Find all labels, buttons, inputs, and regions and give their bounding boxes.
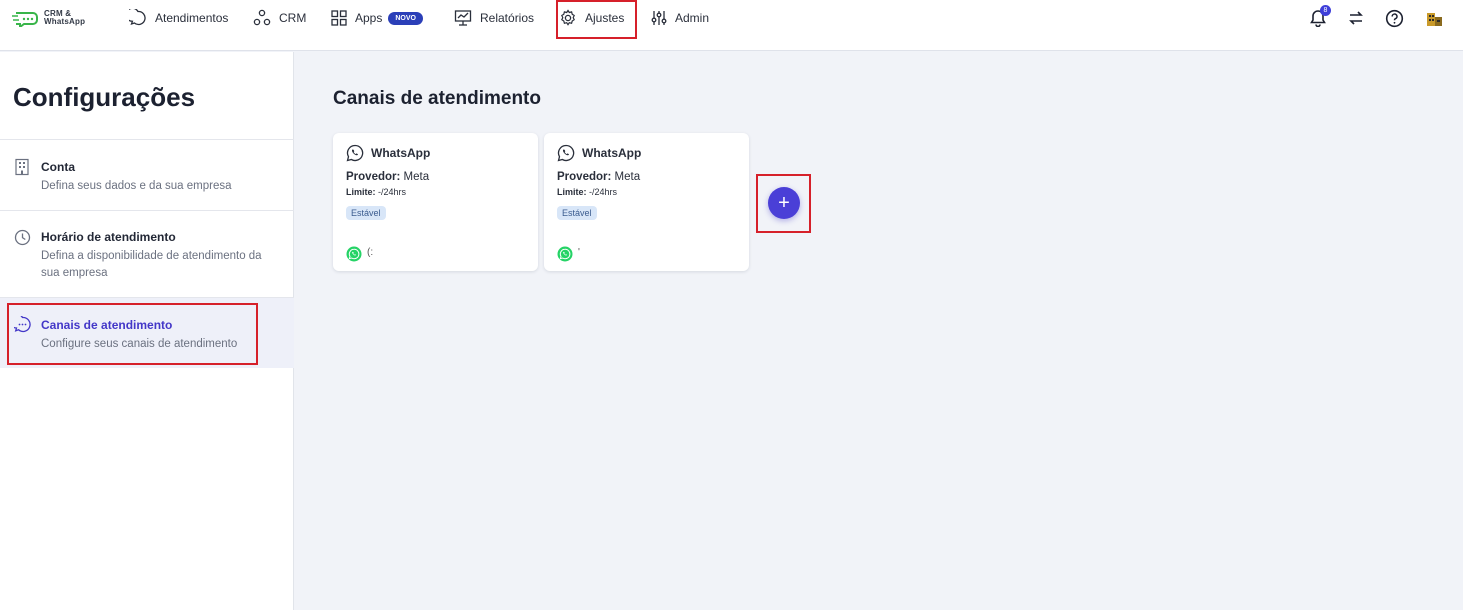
app-logo[interactable]: CRM & WhatsApp xyxy=(12,9,92,29)
nav-crm-label: CRM xyxy=(279,11,307,25)
new-badge: NOVO xyxy=(388,11,423,25)
nav-apps-label: Apps xyxy=(355,11,383,25)
status-badge: Estável xyxy=(346,206,386,220)
channel-phone-number: ' xyxy=(578,247,580,258)
nav-crm[interactable]: CRM xyxy=(253,0,306,36)
sidebar-item-desc: Defina seus dados e da sua empresa xyxy=(41,180,232,192)
add-button-highlight xyxy=(756,174,811,233)
limit-label: Limite: xyxy=(346,187,376,197)
channel-card[interactable]: WhatsApp Provedor: Meta Limite: -/24hrs … xyxy=(333,133,538,271)
channel-provider: Provedor: Meta xyxy=(346,171,429,183)
page-title: Canais de atendimento xyxy=(333,88,541,109)
canais-highlight xyxy=(7,303,258,365)
chat-icon xyxy=(129,9,146,26)
nav-atendimentos[interactable]: Atendimentos xyxy=(129,0,228,36)
ajustes-highlight xyxy=(556,0,637,39)
logo-icon xyxy=(12,12,38,27)
nav-apps[interactable]: Apps NOVO xyxy=(331,0,423,36)
channel-limit: Limite: -/24hrs xyxy=(557,187,617,197)
grid-icon xyxy=(331,10,347,26)
provider-label: Provedor: xyxy=(557,171,612,183)
clock-icon xyxy=(14,229,31,246)
limit-label: Limite: xyxy=(557,187,587,197)
building-icon xyxy=(15,158,29,176)
nav-relatorios[interactable]: Relatórios xyxy=(454,0,534,36)
channel-name: WhatsApp xyxy=(582,146,642,160)
limit-value: -/24hrs xyxy=(589,187,618,197)
top-navbar: CRM & WhatsApp Atendimentos CRM Apps NOVO… xyxy=(0,0,1463,51)
sidebar-title: Configurações xyxy=(13,82,196,112)
provider-value: Meta xyxy=(614,171,641,183)
nav-admin[interactable]: Admin xyxy=(651,0,709,36)
presentation-chart-icon xyxy=(454,10,472,26)
help-icon[interactable] xyxy=(1385,9,1404,28)
switch-arrows-icon[interactable] xyxy=(1347,9,1365,27)
channel-provider: Provedor: Meta xyxy=(557,171,640,183)
channel-limit: Limite: -/24hrs xyxy=(346,187,406,197)
whatsapp-outline-icon xyxy=(557,144,575,162)
brand-line2: WhatsApp xyxy=(44,17,86,26)
limit-value: -/24hrs xyxy=(378,187,407,197)
status-badge: Estável xyxy=(557,206,597,220)
channel-name: WhatsApp xyxy=(371,146,431,160)
sidebar-item-desc: Defina a disponibilidade de atendimento … xyxy=(41,250,262,279)
sidebar-item-horario[interactable]: Horário de atendimento Defina a disponib… xyxy=(0,211,294,297)
crm-nodes-icon xyxy=(253,9,271,26)
company-avatar-icon[interactable] xyxy=(1425,9,1444,28)
notification-count-badge: 8 xyxy=(1320,5,1331,16)
nav-admin-label: Admin xyxy=(675,11,710,25)
sliders-icon xyxy=(651,11,667,25)
sidebar-item-conta[interactable]: Conta Defina seus dados e da sua empresa xyxy=(0,140,294,210)
whatsapp-icon xyxy=(346,246,362,262)
sidebar-item-label: Horário de atendimento xyxy=(41,230,176,244)
channel-phone-number: (: xyxy=(367,247,374,258)
channel-card[interactable]: WhatsApp Provedor: Meta Limite: -/24hrs … xyxy=(544,133,749,271)
nav-atendimentos-label: Atendimentos xyxy=(155,11,229,25)
provider-label: Provedor: xyxy=(346,171,401,183)
sidebar-item-label: Conta xyxy=(41,160,75,174)
provider-value: Meta xyxy=(403,171,430,183)
whatsapp-icon xyxy=(557,246,573,262)
nav-relatorios-label: Relatórios xyxy=(480,11,535,25)
whatsapp-outline-icon xyxy=(346,144,364,162)
